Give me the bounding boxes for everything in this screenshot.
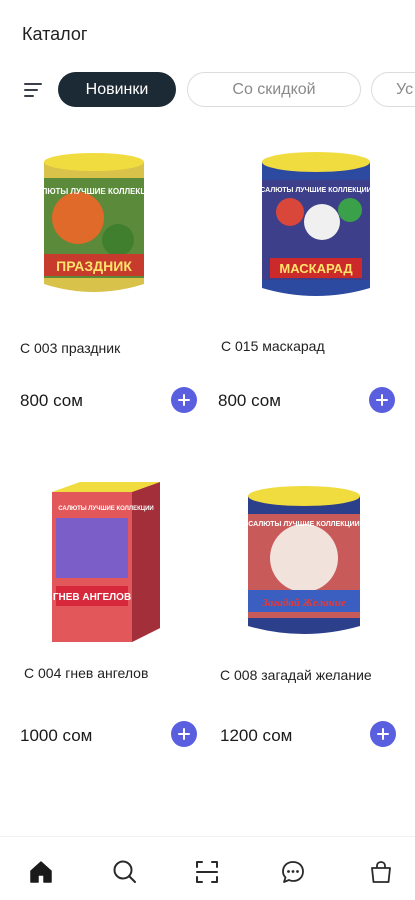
product-name[interactable]: С 008 загадай желание <box>220 667 372 683</box>
add-to-cart-button[interactable] <box>171 721 197 747</box>
filter-lines-icon[interactable] <box>24 81 44 99</box>
add-to-cart-button[interactable] <box>171 387 197 413</box>
nav-chat[interactable] <box>278 857 308 887</box>
bottom-navigation <box>0 836 415 900</box>
product-brand-label: САЛЮТЫ ЛУЧШИЕ КОЛЛЕКЦИИ <box>248 521 359 528</box>
product-image-label: МАСКАРАД <box>279 261 353 276</box>
chip-discount[interactable]: Со скидкой <box>187 72 361 107</box>
product-image-label: ПРАЗДНИК <box>56 258 132 274</box>
product-price: 1200 сом <box>220 726 293 745</box>
plus-icon <box>178 394 190 406</box>
product-price: 800 сом <box>218 391 281 410</box>
product-image[interactable]: ГНЕВ АНГЕЛОВ САЛЮТЫ ЛУЧШИЕ КОЛЛЕКЦИИ <box>52 478 164 648</box>
nav-scan[interactable] <box>192 857 222 887</box>
home-icon <box>30 861 52 883</box>
plus-icon <box>376 394 388 406</box>
scan-icon <box>196 861 218 883</box>
page-title: Каталог <box>22 24 88 44</box>
chip-new[interactable]: Новинки <box>58 72 176 107</box>
product-image-label: ГНЕВ АНГЕЛОВ <box>53 592 131 603</box>
product-image[interactable]: Загадай Желание САЛЮТЫ ЛУЧШИЕ КОЛЛЕКЦИИ <box>246 484 362 640</box>
plus-icon <box>178 728 190 740</box>
search-icon <box>113 860 136 883</box>
product-price: 1000 сом <box>20 726 93 745</box>
bag-icon <box>371 861 391 883</box>
add-to-cart-button[interactable] <box>369 387 395 413</box>
nav-search[interactable] <box>110 857 140 887</box>
chat-icon <box>282 861 304 883</box>
product-name[interactable]: С 003 праздник <box>20 340 120 356</box>
product-brand-label: САЛЮТЫ ЛУЧШИЕ КОЛЛЕКЦИИ <box>58 506 153 512</box>
product-brand-label: САЛЮТЫ ЛУЧШИЕ КОЛЛЕКЦИИ <box>38 187 150 196</box>
product-brand-label: САЛЮТЫ ЛУЧШИЕ КОЛЛЕКЦИИ <box>260 187 371 194</box>
filter-bar: Новинки Со скидкой Ус <box>0 72 415 108</box>
nav-cart[interactable] <box>366 857 396 887</box>
product-image-label: Загадай Желание <box>261 597 346 609</box>
product-image[interactable]: ПРАЗДНИК САЛЮТЫ ЛУЧШИЕ КОЛЛЕКЦИИ <box>38 150 150 298</box>
product-name[interactable]: С 004 гнев ангелов <box>24 665 148 681</box>
product-name[interactable]: С 015 маскарад <box>221 338 325 354</box>
product-price: 800 сом <box>20 391 83 410</box>
chip-more[interactable]: Ус <box>371 72 415 107</box>
nav-home[interactable] <box>26 857 56 887</box>
add-to-cart-button[interactable] <box>370 721 396 747</box>
plus-icon <box>377 728 389 740</box>
product-image[interactable]: МАСКАРАД САЛЮТЫ ЛУЧШИЕ КОЛЛЕКЦИИ <box>260 150 372 302</box>
